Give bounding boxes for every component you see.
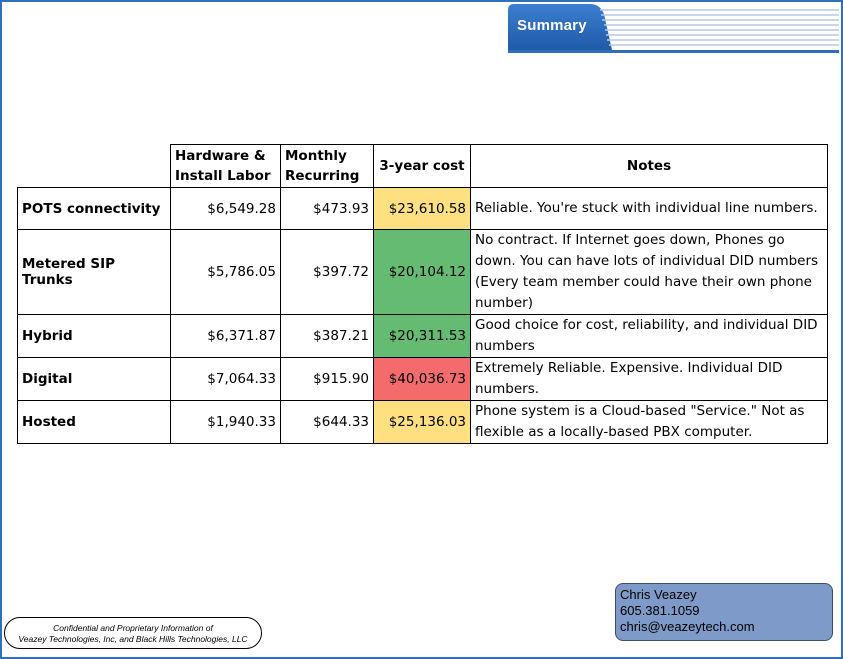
contact-name: Chris Veazey xyxy=(620,587,697,602)
header-monthly: Monthly Recurring xyxy=(280,144,374,188)
row-label: Metered SIP Trunks xyxy=(17,229,171,315)
monthly-cost: $644.33 xyxy=(280,400,374,444)
hardware-cost: $1,940.33 xyxy=(170,400,281,444)
monthly-cost: $387.21 xyxy=(280,314,374,358)
row-label: Digital xyxy=(17,357,171,401)
confidential-line-2: Veazey Technologies, Inc, and Black Hill… xyxy=(18,634,248,644)
row-label: Hybrid xyxy=(17,314,171,358)
notes-cell: Reliable. You're stuck with individual l… xyxy=(470,187,828,230)
three-year-cost: $20,104.12 xyxy=(373,229,471,315)
header-rule xyxy=(508,50,839,53)
page-title: Summary xyxy=(517,17,587,34)
contact-box: Chris Veazey 605.381.1059 chris@veazeyte… xyxy=(615,583,833,641)
row-label: Hosted xyxy=(17,400,171,444)
summary-header: Summary xyxy=(508,4,839,53)
three-year-cost: $20,311.53 xyxy=(373,314,471,358)
three-year-cost: $40,036.73 xyxy=(373,357,471,401)
notes-cell: Good choice for cost, reliability, and i… xyxy=(470,314,828,358)
three-year-cost: $23,610.58 xyxy=(373,187,471,230)
monthly-cost: $473.93 xyxy=(280,187,374,230)
row-label: POTS connectivity xyxy=(17,187,171,230)
table-row: Metered SIP Trunks $5,786.05 $397.72 $20… xyxy=(17,229,828,315)
notes-cell: Extremely Reliable. Expensive. Individua… xyxy=(470,357,828,401)
notes-cell: Phone system is a Cloud-based "Service."… xyxy=(470,400,828,444)
table-row: POTS connectivity $6,549.28 $473.93 $23,… xyxy=(17,187,828,230)
confidential-notice: Confidential and Proprietary Information… xyxy=(4,617,262,649)
table-row: Hosted $1,940.33 $644.33 $25,136.03 Phon… xyxy=(17,400,828,444)
header-3-year: 3-year cost xyxy=(373,144,471,188)
contact-email[interactable]: chris@veazeytech.com xyxy=(620,619,832,635)
monthly-cost: $915.90 xyxy=(280,357,374,401)
three-year-cost: $25,136.03 xyxy=(373,400,471,444)
header-cell-blank xyxy=(17,144,171,188)
contact-phone: 605.381.1059 xyxy=(620,603,700,618)
table-row: Hybrid $6,371.87 $387.21 $20,311.53 Good… xyxy=(17,314,828,358)
table-header-row: Hardware & Install Labor Monthly Recurri… xyxy=(17,144,828,188)
hardware-cost: $7,064.33 xyxy=(170,357,281,401)
notes-cell: No contract. If Internet goes down, Phon… xyxy=(470,229,828,315)
hardware-cost: $5,786.05 xyxy=(170,229,281,315)
comparison-table: Hardware & Install Labor Monthly Recurri… xyxy=(17,144,828,444)
monthly-cost: $397.72 xyxy=(280,229,374,315)
header-hardware: Hardware & Install Labor xyxy=(170,144,281,188)
hardware-cost: $6,371.87 xyxy=(170,314,281,358)
table-row: Digital $7,064.33 $915.90 $40,036.73 Ext… xyxy=(17,357,828,401)
header-notes: Notes xyxy=(470,144,828,188)
confidential-line-1: Confidential and Proprietary Information… xyxy=(53,623,213,633)
hardware-cost: $6,549.28 xyxy=(170,187,281,230)
